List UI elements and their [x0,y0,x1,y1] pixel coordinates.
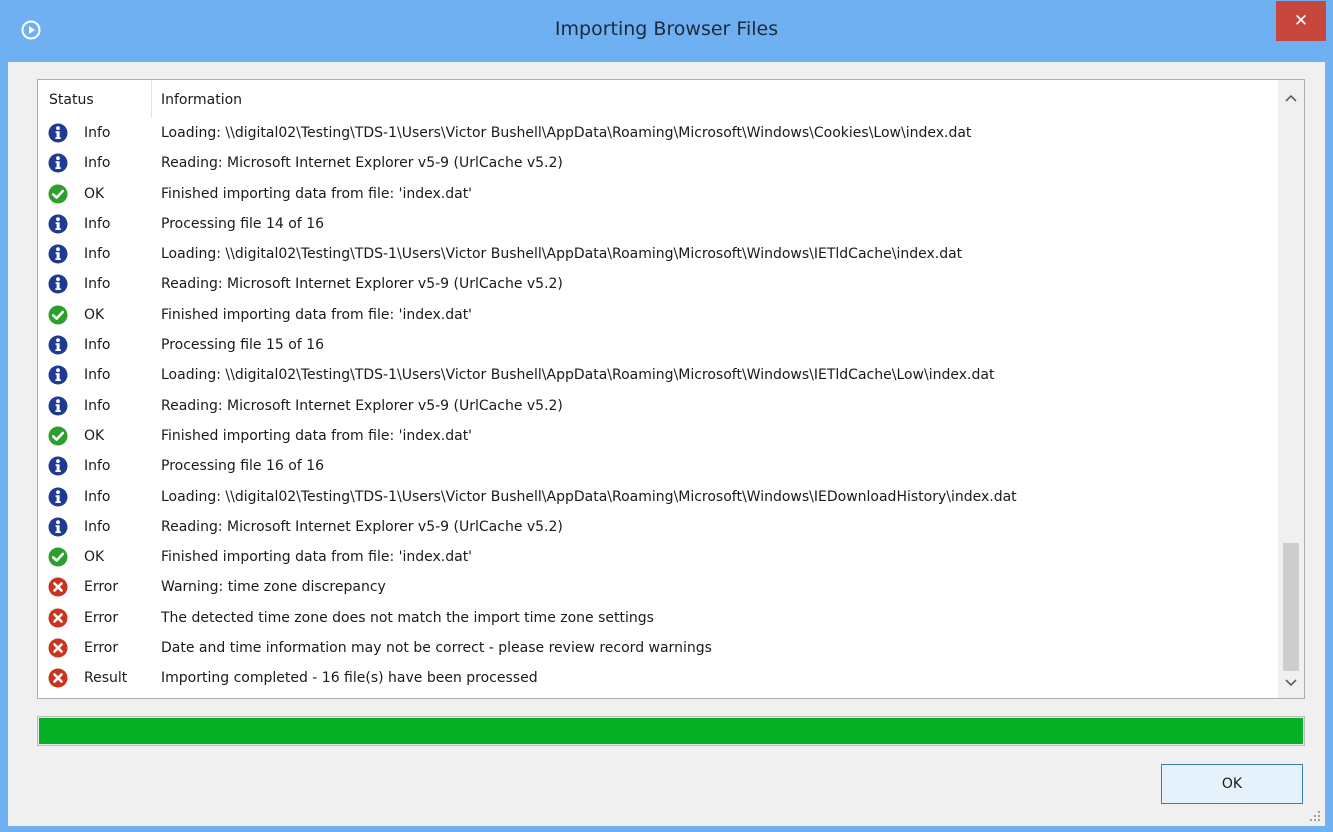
log-row[interactable]: OK Finished importing data from file: 'in… [38,300,1274,330]
row-status: Error [84,579,119,596]
info-icon [48,214,68,234]
row-information: Reading: Microsoft Internet Explorer v5-… [161,397,563,414]
log-row[interactable]: Info Reading: Microsoft Internet Explorer… [38,391,1274,421]
log-row[interactable]: Info Processing file 16 of 16 [38,451,1274,481]
row-information: Date and time information may not be cor… [161,640,712,657]
row-information: Loading: \\digital02\Testing\TDS-1\Users… [161,246,963,263]
row-information: Reading: Microsoft Internet Explorer v5-… [161,155,563,172]
ok-icon [48,547,68,567]
row-information: Reading: Microsoft Internet Explorer v5-… [161,518,563,535]
log-row[interactable]: Result Importing completed - 16 file(s) h… [38,663,1274,693]
row-information: Processing file 16 of 16 [161,458,325,475]
ok-icon [48,305,68,325]
error-icon [48,608,68,628]
row-status: Info [84,518,111,535]
resize-grip-icon[interactable] [1309,810,1321,822]
info-icon [48,456,68,476]
log-row[interactable]: Info Loading: \\digital02\Testing\TDS-1\U… [38,360,1274,390]
progress-fill [39,718,1303,744]
log-row[interactable]: Info Loading: \\digital02\Testing\TDS-1\U… [38,118,1274,148]
row-status: Info [84,337,111,354]
log-list[interactable]: Status Information Info Loading: \\digita… [37,79,1305,699]
row-information: Finished importing data from file: 'inde… [161,185,473,202]
info-icon [48,153,68,173]
dialog-window: Importing Browser Files ✕ Status Informa… [0,0,1333,832]
row-status: Error [84,609,119,626]
row-status: OK [84,427,105,444]
error-icon [48,638,68,658]
row-status: Info [84,246,111,263]
log-row[interactable]: OK Finished importing data from file: 'in… [38,421,1274,451]
row-status: OK [84,549,105,566]
log-row[interactable]: Error Date and time information may not b… [38,633,1274,663]
row-status: OK [84,185,105,202]
ok-icon [48,184,68,204]
row-information: Reading: Microsoft Internet Explorer v5-… [161,276,563,293]
scroll-down-arrow-icon[interactable] [1278,670,1304,696]
row-status: Error [84,640,119,657]
column-header-status[interactable]: Status [49,92,94,108]
row-information: Finished importing data from file: 'inde… [161,427,473,444]
list-header: Status Information [38,80,1274,118]
log-row[interactable]: Info Reading: Microsoft Internet Explorer… [38,269,1274,299]
ok-icon [48,426,68,446]
row-information: Finished importing data from file: 'inde… [161,306,473,323]
row-information: Loading: \\digital02\Testing\TDS-1\Users… [161,367,995,384]
log-row[interactable]: Info Loading: \\digital02\Testing\TDS-1\U… [38,239,1274,269]
log-row[interactable]: OK Finished importing data from file: 'in… [38,542,1274,572]
row-status: OK [84,306,105,323]
info-icon [48,396,68,416]
log-row[interactable]: Info Reading: Microsoft Internet Explorer… [38,148,1274,178]
info-icon [48,274,68,294]
log-rows: Info Loading: \\digital02\Testing\TDS-1\U… [38,118,1274,694]
row-information: Loading: \\digital02\Testing\TDS-1\Users… [161,488,1017,505]
column-divider[interactable] [151,80,152,118]
close-button[interactable]: ✕ [1276,1,1326,41]
row-status: Info [84,276,111,293]
info-icon [48,517,68,537]
info-icon [48,123,68,143]
error-icon [48,577,68,597]
info-icon [48,487,68,507]
row-status: Info [84,488,111,505]
title-bar[interactable]: Importing Browser Files ✕ [0,0,1333,62]
row-status: Info [84,155,111,172]
scroll-up-arrow-icon[interactable] [1278,85,1304,111]
row-status: Info [84,397,111,414]
info-icon [48,365,68,385]
ok-button[interactable]: OK [1161,764,1303,804]
close-icon: ✕ [1293,11,1309,31]
row-status: Info [84,458,111,475]
row-information: Processing file 14 of 16 [161,215,325,232]
log-row[interactable]: Error Warning: time zone discrepancy [38,572,1274,602]
log-row[interactable]: Info Loading: \\digital02\Testing\TDS-1\U… [38,482,1274,512]
log-row[interactable]: Info Processing file 15 of 16 [38,330,1274,360]
row-information: Finished importing data from file: 'inde… [161,549,473,566]
log-row[interactable]: Info Processing file 14 of 16 [38,209,1274,239]
row-status: Result [84,670,128,687]
window-title: Importing Browser Files [554,18,779,40]
scrollbar-thumb[interactable] [1283,543,1299,671]
column-header-information[interactable]: Information [161,92,242,108]
row-information: Warning: time zone discrepancy [161,579,386,596]
dialog-client-area: Status Information Info Loading: \\digita… [8,62,1325,826]
log-row[interactable]: Info Reading: Microsoft Internet Explorer… [38,512,1274,542]
error-icon [48,668,68,688]
info-icon [48,335,68,355]
row-information: Importing completed - 16 file(s) have be… [161,670,538,687]
log-row[interactable]: Error The detected time zone does not mat… [38,603,1274,633]
info-icon [48,244,68,264]
row-status: Info [84,125,111,141]
row-information: Loading: \\digital02\Testing\TDS-1\Users… [161,125,972,141]
import-progress-bar [37,716,1305,746]
vertical-scrollbar[interactable] [1278,80,1304,698]
row-status: Info [84,215,111,232]
row-status: Info [84,367,111,384]
row-information: The detected time zone does not match th… [161,609,654,626]
row-information: Processing file 15 of 16 [161,337,325,354]
log-row[interactable]: OK Finished importing data from file: 'in… [38,179,1274,209]
